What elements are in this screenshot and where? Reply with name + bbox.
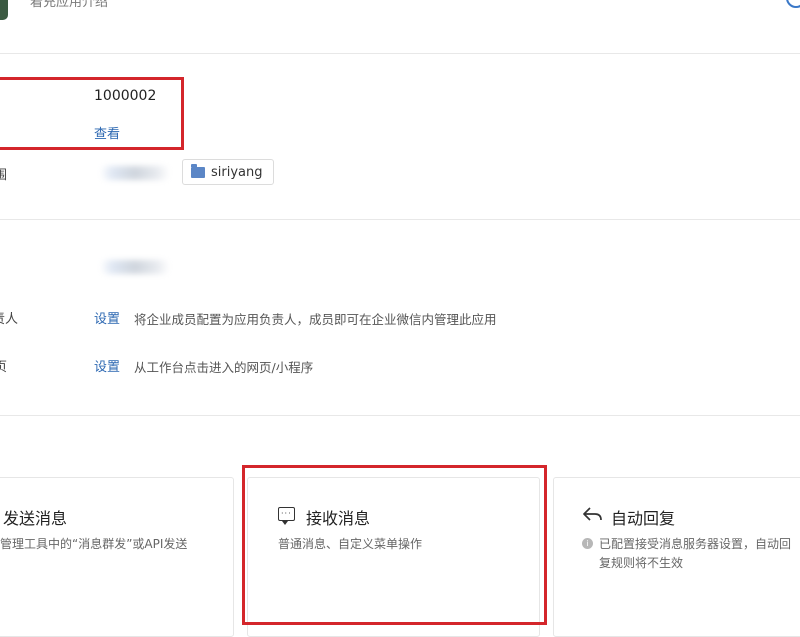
divider [0,415,800,416]
divider [0,219,800,220]
homepage-label: 页 [0,360,8,375]
blurred-member [100,166,170,180]
app-description: 着充应用介绍 [30,0,109,10]
send-message-desc: 管理工具中的“消息群发”或API发送 [0,537,188,551]
folder-icon [191,163,205,178]
auto-reply-desc-line1: 已配置接受消息服务器设置，自动回 [599,537,792,551]
admin-settings-link[interactable]: 设置 [94,308,120,327]
auto-reply-desc: 已配置接受消息服务器设置，自动回 复规则将不生效 [599,535,799,573]
app-icon [0,0,8,20]
reply-arrow-icon [583,507,602,521]
auto-reply-desc-line2: 复规则将不生效 [599,556,684,570]
highlight-box-agentid [0,77,184,150]
divider [0,53,800,54]
homepage-hint: 从工作台点击进入的网页/小程序 [134,360,314,375]
send-message-title: 发送消息 [3,509,68,528]
admin-hint: 将企业成员配置为应用负责人，成员即可在企业微信内管理此应用 [134,312,497,327]
auto-reply-title: 自动回复 [611,509,676,528]
folder-name: siriyang [211,164,263,180]
folder-tag[interactable]: siriyang [182,159,274,185]
send-message-card[interactable] [0,477,234,637]
highlight-box-receive [242,465,547,625]
admin-label: 责人 [0,312,19,327]
blurred-value [100,260,170,274]
circle-icon[interactable] [786,0,800,8]
visibility-label: 围 [0,168,8,183]
homepage-settings-link[interactable]: 设置 [94,356,120,375]
info-icon: i [582,538,593,549]
